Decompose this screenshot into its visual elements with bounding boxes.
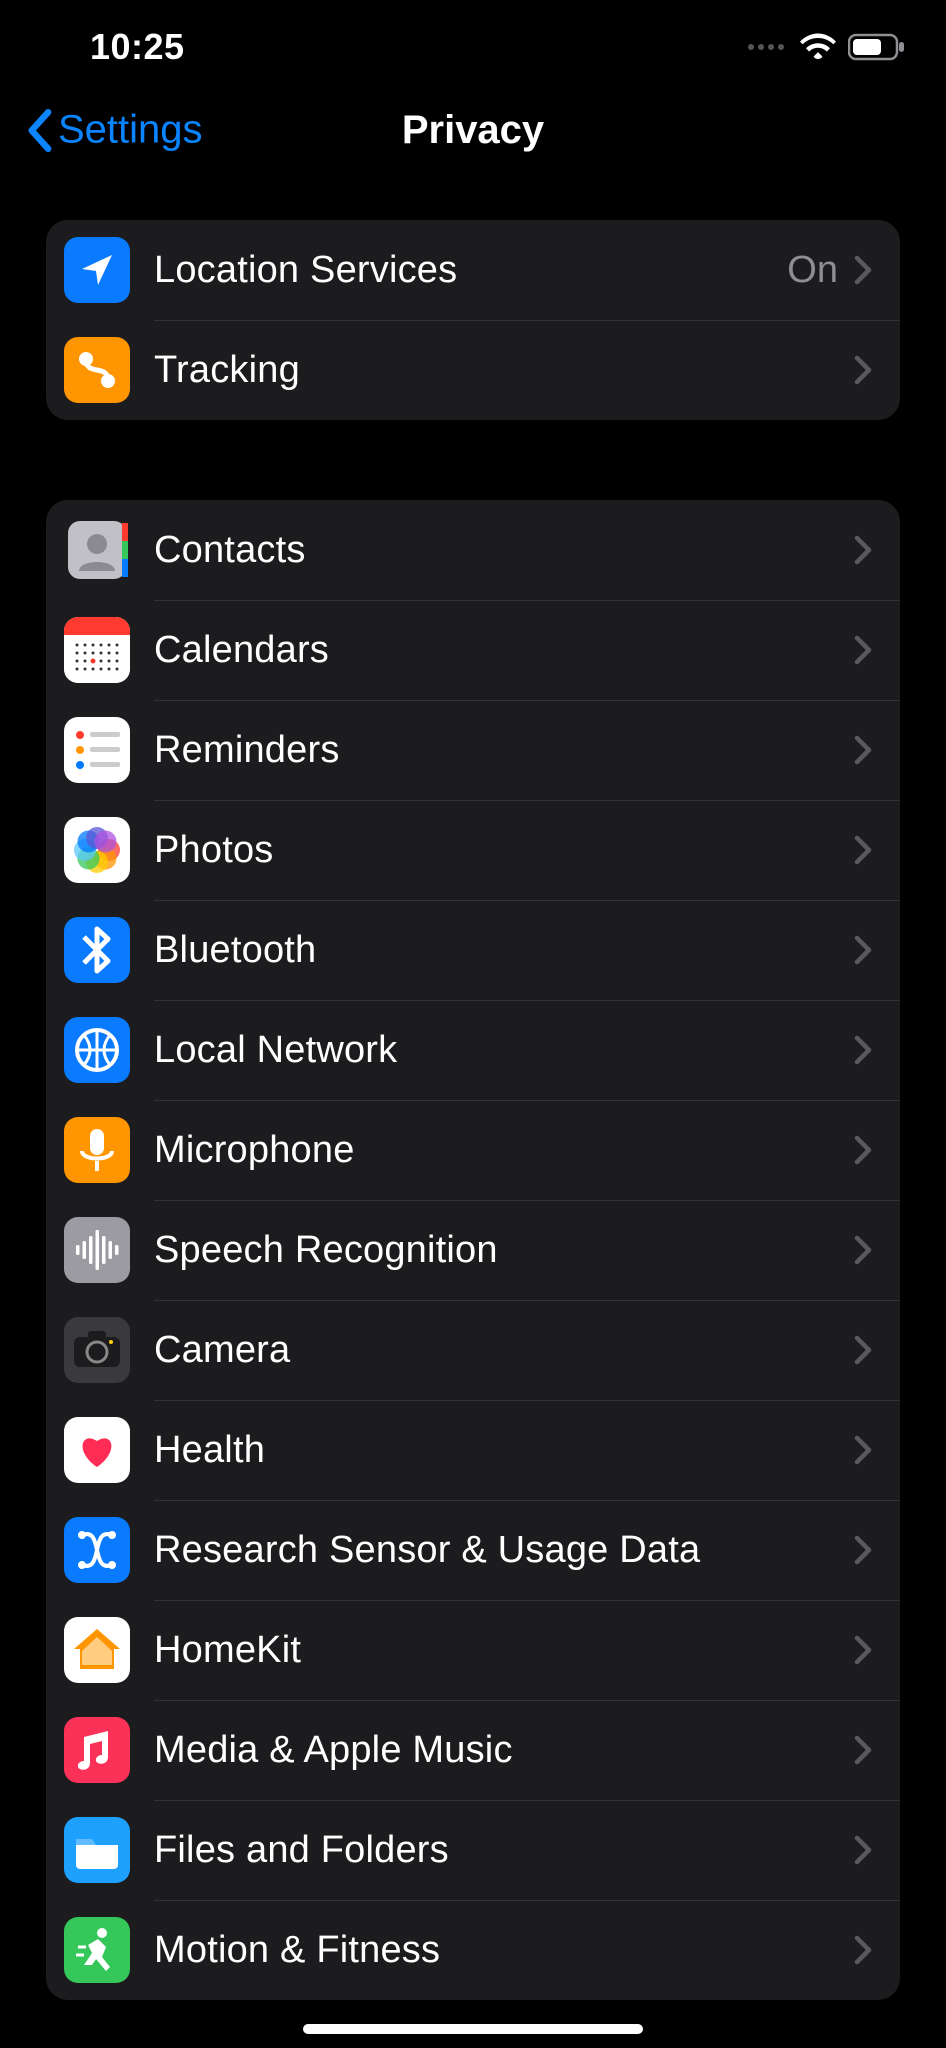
chevron-right-icon xyxy=(854,735,872,765)
chevron-right-icon xyxy=(854,1835,872,1865)
chevron-right-icon xyxy=(854,1435,872,1465)
row-homekit[interactable]: HomeKit xyxy=(46,1600,900,1700)
chevron-right-icon xyxy=(854,935,872,965)
settings-group-2: Contacts Calendars Reminders Photos Bluetoot… xyxy=(46,500,900,2000)
chevron-right-icon xyxy=(854,355,872,385)
row-label: Microphone xyxy=(154,1129,848,1172)
row-label: Calendars xyxy=(154,629,848,672)
location-icon xyxy=(64,237,130,303)
row-camera[interactable]: Camera xyxy=(46,1300,900,1400)
microphone-icon xyxy=(64,1117,130,1183)
row-label: Tracking xyxy=(154,349,848,392)
chevron-right-icon xyxy=(854,1235,872,1265)
row-health[interactable]: Health xyxy=(46,1400,900,1500)
chevron-right-icon xyxy=(854,255,872,285)
battery-icon xyxy=(848,33,906,61)
row-local-network[interactable]: Local Network xyxy=(46,1000,900,1100)
row-label: Motion & Fitness xyxy=(154,1929,848,1972)
chevron-right-icon xyxy=(854,1335,872,1365)
bluetooth-icon xyxy=(64,917,130,983)
settings-group-1: Location ServicesOn Tracking xyxy=(46,220,900,420)
row-location-services[interactable]: Location ServicesOn xyxy=(46,220,900,320)
row-research[interactable]: Research Sensor & Usage Data xyxy=(46,1500,900,1600)
back-button[interactable]: Settings xyxy=(26,108,203,153)
chevron-right-icon xyxy=(854,1035,872,1065)
chevron-right-icon xyxy=(854,1535,872,1565)
chevron-right-icon xyxy=(854,635,872,665)
row-calendars[interactable]: Calendars xyxy=(46,600,900,700)
research-icon xyxy=(64,1517,130,1583)
nav-header: Settings Privacy xyxy=(0,80,946,180)
status-right xyxy=(748,33,906,61)
row-label: Local Network xyxy=(154,1029,848,1072)
health-icon xyxy=(64,1417,130,1483)
home-indicator[interactable] xyxy=(303,2024,643,2034)
row-microphone[interactable]: Microphone xyxy=(46,1100,900,1200)
chevron-right-icon xyxy=(854,1635,872,1665)
row-label: Media & Apple Music xyxy=(154,1729,848,1772)
row-media[interactable]: Media & Apple Music xyxy=(46,1700,900,1800)
chevron-right-icon xyxy=(854,535,872,565)
row-label: Location Services xyxy=(154,249,787,292)
row-reminders[interactable]: Reminders xyxy=(46,700,900,800)
camera-icon xyxy=(64,1317,130,1383)
row-speech-recognition[interactable]: Speech Recognition xyxy=(46,1200,900,1300)
page-title: Privacy xyxy=(402,108,544,153)
row-label: Contacts xyxy=(154,529,848,572)
row-photos[interactable]: Photos xyxy=(46,800,900,900)
homekit-icon xyxy=(64,1617,130,1683)
wifi-icon xyxy=(800,33,836,61)
signal-dots-icon xyxy=(748,44,784,50)
status-time: 10:25 xyxy=(90,26,185,68)
row-label: Photos xyxy=(154,829,848,872)
row-label: Bluetooth xyxy=(154,929,848,972)
tracking-icon xyxy=(64,337,130,403)
files-icon xyxy=(64,1817,130,1883)
status-bar: 10:25 xyxy=(0,0,946,80)
row-bluetooth[interactable]: Bluetooth xyxy=(46,900,900,1000)
back-label: Settings xyxy=(58,108,203,153)
row-label: Health xyxy=(154,1429,848,1472)
row-motion[interactable]: Motion & Fitness xyxy=(46,1900,900,2000)
row-files[interactable]: Files and Folders xyxy=(46,1800,900,1900)
row-label: Research Sensor & Usage Data xyxy=(154,1529,848,1572)
chevron-right-icon xyxy=(854,835,872,865)
row-label: Files and Folders xyxy=(154,1829,848,1872)
network-icon xyxy=(64,1017,130,1083)
chevron-right-icon xyxy=(854,1735,872,1765)
content: Location ServicesOn Tracking Contacts Cale… xyxy=(0,180,946,2000)
music-icon xyxy=(64,1717,130,1783)
row-label: Speech Recognition xyxy=(154,1229,848,1272)
reminders-icon xyxy=(64,717,130,783)
row-value: On xyxy=(787,249,838,292)
chevron-right-icon xyxy=(854,1135,872,1165)
contacts-icon xyxy=(64,517,130,583)
chevron-right-icon xyxy=(854,1935,872,1965)
row-label: Camera xyxy=(154,1329,848,1372)
calendar-icon xyxy=(64,617,130,683)
chevron-left-icon xyxy=(26,108,52,152)
row-label: Reminders xyxy=(154,729,848,772)
speech-icon xyxy=(64,1217,130,1283)
row-tracking[interactable]: Tracking xyxy=(46,320,900,420)
row-label: HomeKit xyxy=(154,1629,848,1672)
motion-icon xyxy=(64,1917,130,1983)
row-contacts[interactable]: Contacts xyxy=(46,500,900,600)
photos-icon xyxy=(64,817,130,883)
